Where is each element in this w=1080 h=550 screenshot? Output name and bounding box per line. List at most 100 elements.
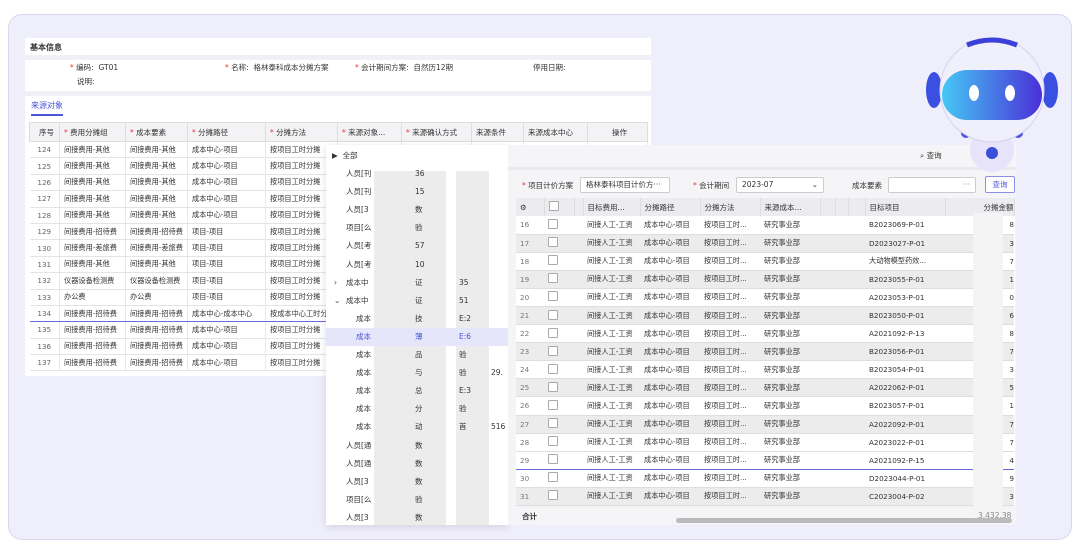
tree-item[interactable]: 人员[3 数 [326, 509, 508, 525]
table-cell: 间接费用-其他 [125, 174, 188, 192]
tree-item[interactable]: › 成本中 证 35 [326, 274, 508, 292]
period-value[interactable]: 自然历12期 [413, 63, 453, 72]
table-cell: 按项目工时... [700, 288, 760, 307]
column-header[interactable]: 目标项目 [865, 198, 946, 216]
table-row[interactable]: 22 间接人工-工资 成本中心-项目 按项目工时... 研究事业部 A2021092-P-… [516, 324, 1014, 344]
table-row[interactable]: 29 间接人工-工资 成本中心-项目 按项目工时... 研究事业部 A2021092-P-… [516, 450, 1014, 470]
table-cell: 21 [516, 306, 544, 326]
tree-item[interactable]: 成本 技 E:2 [326, 310, 508, 328]
row-checkbox[interactable] [548, 345, 558, 356]
tree-item-label: 人员[3 [346, 476, 369, 486]
table-row[interactable]: 30 间接人工-工资 成本中心-项目 按项目工时... 研究事业部 D2023044-P-… [516, 469, 1014, 488]
table-row[interactable]: 24 间接人工-工资 成本中心-项目 按项目工时... 研究事业部 B2023054-P-… [516, 360, 1014, 380]
tree-item[interactable]: 人员[刊 15 [326, 183, 508, 201]
row-checkbox[interactable] [548, 454, 558, 465]
tree-root[interactable]: ▶ 全部 [326, 147, 508, 165]
row-checkbox[interactable] [548, 273, 558, 284]
table-cell: 研究事业部 [760, 252, 820, 271]
tree-item[interactable]: 人员[3 数 [326, 473, 508, 491]
select-all-checkbox[interactable] [548, 201, 559, 211]
tree-item[interactable]: 成本 薄 E:6 [326, 327, 508, 346]
table-cell: 按项目工时... [700, 234, 760, 253]
row-checkbox[interactable] [548, 490, 558, 501]
period-select[interactable]: 2023-07 ⌄ [736, 177, 824, 193]
row-checkbox[interactable] [548, 381, 558, 392]
tree-item[interactable]: 成本 动 首 516 [326, 418, 508, 436]
column-header[interactable] [574, 198, 584, 216]
tree-item[interactable]: 人员[考 10 [326, 256, 508, 274]
column-header[interactable]: 分摊路径 [640, 198, 701, 216]
chevron-right-icon[interactable]: › [334, 274, 337, 292]
tree-item[interactable]: 成本 分 验 [326, 400, 508, 418]
tree-item[interactable]: 人员[刊 36 [326, 165, 508, 183]
tree-item[interactable]: 成本 总 E:3 [326, 382, 508, 400]
tree-item[interactable]: 人员[通 数 [326, 437, 508, 455]
tree-item[interactable]: 项目[么 验 [326, 219, 508, 237]
table-cell: 间接费用-其他 [125, 157, 188, 175]
settings-gear-icon[interactable]: ⚙ [520, 203, 527, 212]
tree-item-value: 验 [459, 350, 467, 359]
tree-item-value: 数 [415, 440, 423, 450]
table-row[interactable]: 23 间接人工-工资 成本中心-项目 按项目工时... 研究事业部 B2023056-P-… [516, 342, 1014, 362]
code-value[interactable]: GT01 [98, 63, 118, 72]
row-checkbox[interactable] [548, 218, 558, 229]
tree-item[interactable]: 人员[通 数 [326, 455, 508, 473]
table-cell: 间接费用-招待费 [125, 304, 188, 323]
tree-item-label: 人员[考 [346, 259, 372, 269]
table-cell: 成本中心-项目 [187, 157, 266, 175]
row-checkbox[interactable] [548, 472, 558, 483]
table-row[interactable]: 17 间接人工-工资 成本中心-项目 按项目工时... 研究事业部 D2023027-P-… [516, 234, 1014, 253]
table-cell: 按项目工时... [700, 415, 760, 434]
table-cell: 间接费用-差旅费 [125, 239, 188, 257]
name-value[interactable]: 格林泰科成本分摊方案 [253, 63, 328, 72]
table-cell [544, 252, 574, 271]
horizontal-scrollbar[interactable] [676, 518, 1012, 523]
column-header[interactable]: 分摊方法 [700, 198, 761, 216]
column-header[interactable] [835, 198, 849, 216]
table-row[interactable]: 18 间接人工-工资 成本中心-项目 按项目工时... 研究事业部 大动物模型药效... 7 [516, 252, 1014, 271]
table-cell: C2023004-P-02 [865, 487, 945, 507]
tree-item-value: 总 [415, 386, 423, 396]
table-row[interactable]: 20 间接人工-工资 成本中心-项目 按项目工时... 研究事业部 A2023053-P-… [516, 288, 1014, 307]
robot-mascot-icon [926, 37, 1058, 172]
tree-item[interactable]: ⌄ 成本中 证 51 [326, 292, 508, 310]
column-header[interactable]: 目标费用... [583, 198, 641, 216]
column-header[interactable]: ⚙ [516, 198, 545, 216]
table-row[interactable]: 28 间接人工-工资 成本中心-项目 按项目工时... 研究事业部 A2023022-P-… [516, 433, 1014, 452]
table-row[interactable]: 26 间接人工-工资 成本中心-项目 按项目工时... 研究事业部 B2023057-P-… [516, 396, 1014, 416]
table-row[interactable]: 21 间接人工-工资 成本中心-项目 按项目工时... 研究事业部 B2023050-P-… [516, 306, 1014, 326]
code-field: * 编码: GT01 [70, 63, 119, 72]
column-header[interactable] [820, 198, 836, 216]
table-cell [820, 324, 835, 344]
table-row[interactable]: 31 间接人工-工资 成本中心-项目 按项目工时... 研究事业部 C2023004-P-… [516, 487, 1014, 507]
tree-item[interactable]: 项目[么 验 [326, 491, 508, 509]
row-checkbox[interactable] [548, 291, 558, 302]
tree-item[interactable]: 人员[3 数 [326, 201, 508, 219]
row-checkbox[interactable] [548, 399, 558, 410]
column-header[interactable] [848, 198, 866, 216]
table-row[interactable]: 25 间接人工-工资 成本中心-项目 按项目工时... 研究事业部 A2022062-P-… [516, 378, 1014, 398]
table-row[interactable]: 27 间接人工-工资 成本中心-项目 按项目工时... 研究事业部 A2022092-P-… [516, 415, 1014, 434]
plan-select[interactable]: 格林泰科项目计价方··· [580, 177, 670, 193]
element-label: 成本要素 [852, 181, 882, 190]
row-checkbox[interactable] [548, 436, 558, 447]
column-header[interactable] [544, 198, 575, 216]
chevron-down-icon[interactable]: ⌄ [334, 292, 340, 310]
tree-item[interactable]: 成本 与 验 29. [326, 364, 508, 382]
tree-item[interactable]: 成本 品 验 [326, 346, 508, 364]
row-checkbox[interactable] [548, 363, 558, 374]
table-cell: 研究事业部 [760, 415, 820, 434]
row-checkbox[interactable] [548, 237, 558, 248]
tab-source-object[interactable]: 来源对象 [31, 100, 63, 116]
column-header: * 来源对象... [337, 122, 402, 142]
table-row[interactable]: 16 间接人工-工资 成本中心-项目 按项目工时... 研究事业部 B2023069-P-… [516, 216, 1014, 235]
row-checkbox[interactable] [548, 255, 558, 266]
column-header[interactable]: 来源成本... [760, 198, 821, 216]
table-row[interactable]: 19 间接人工-工资 成本中心-项目 按项目工时... 研究事业部 B2023055-P-… [516, 270, 1014, 289]
table-cell: 间接人工-工资 [583, 487, 640, 507]
tree-item[interactable]: 人员[考 57 [326, 237, 508, 255]
row-checkbox[interactable] [548, 327, 558, 338]
table-cell: 成本中心-成本中心 [187, 304, 266, 323]
row-checkbox[interactable] [548, 418, 558, 429]
row-checkbox[interactable] [548, 309, 558, 320]
